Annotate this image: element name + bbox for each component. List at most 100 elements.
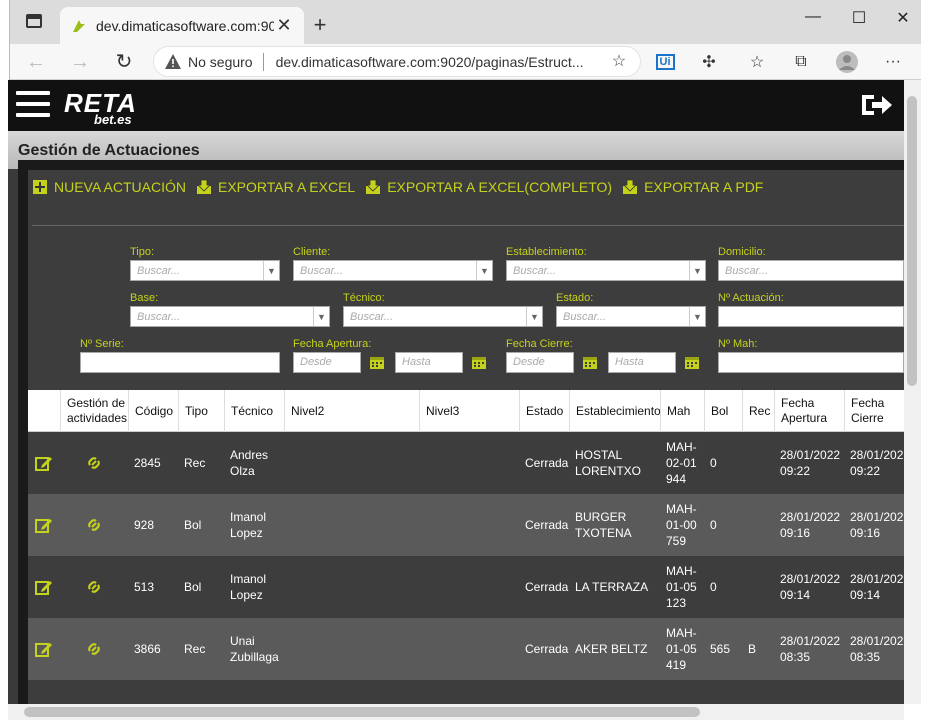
logo-sub: bet.es	[94, 112, 132, 127]
num-actuacion-input[interactable]	[718, 306, 904, 327]
reload-icon[interactable]: ↻	[112, 50, 136, 74]
action-bar: NUEVA ACTUACIÓN EXPORTAR A EXCEL EXPORTA…	[32, 176, 773, 198]
cell-tipo: Rec	[184, 456, 206, 470]
favorites-icon[interactable]: ☆	[744, 49, 770, 75]
estado-select[interactable]: Buscar... ▼	[556, 306, 706, 327]
horizontal-scrollbar[interactable]	[8, 704, 904, 720]
app-logo[interactable]: RETA bet.es	[64, 88, 137, 127]
fecha-apertura-desde[interactable]: Desde	[293, 352, 361, 373]
cell-codigo: 3866	[134, 642, 161, 656]
tipo-select[interactable]: Buscar... ▼	[130, 260, 280, 281]
col-gestion[interactable]: Gestión de actividades	[60, 390, 128, 432]
chevron-down-icon: ▼	[263, 261, 279, 280]
collections-icon[interactable]: ⧉	[788, 49, 814, 75]
cell-tecnico: Unai Zubillaga	[230, 634, 279, 664]
num-serie-input[interactable]	[80, 352, 280, 373]
num-mah-label: Nº Mah:	[718, 338, 758, 350]
domicilio-input[interactable]: Buscar...	[718, 260, 904, 281]
cell-fecha-cierre: 28/01/2022 09:16	[850, 510, 904, 540]
fecha-cierre-label: Fecha Cierre:	[506, 338, 573, 350]
col-fecha-apertura[interactable]: Fecha Apertura	[774, 390, 844, 432]
calendar-icon[interactable]	[369, 354, 385, 370]
col-nivel3[interactable]: Nivel3	[419, 390, 519, 432]
tecnico-select[interactable]: Buscar... ▼	[343, 306, 543, 327]
vertical-scrollbar[interactable]	[904, 80, 921, 704]
tecnico-placeholder: Buscar...	[350, 310, 393, 323]
chevron-down-icon: ▼	[689, 261, 705, 280]
fecha-cierre-hasta[interactable]: Hasta	[608, 352, 676, 373]
cell-mah: MAH-01-00759	[666, 502, 697, 548]
calendar-icon[interactable]	[684, 354, 700, 370]
new-actuacion-button[interactable]: NUEVA ACTUACIÓN	[32, 179, 186, 195]
edit-icon[interactable]	[35, 454, 53, 472]
edit-icon[interactable]	[35, 578, 53, 596]
logout-icon[interactable]	[860, 91, 894, 119]
link-icon[interactable]	[85, 640, 103, 658]
export-excel-button[interactable]: EXPORTAR A EXCEL	[196, 179, 355, 195]
horizontal-scroll-thumb[interactable]	[24, 707, 700, 717]
profile-avatar[interactable]	[834, 49, 860, 75]
col-establecimiento[interactable]: Establecimiento	[569, 390, 661, 432]
fecha-cierre-desde[interactable]: Desde	[506, 352, 574, 373]
col-bol[interactable]: Bol	[704, 390, 742, 432]
browser-tab[interactable]: dev.dimaticasoftware.com:9020/ ✕	[60, 7, 304, 44]
col-tecnico[interactable]: Técnico	[224, 390, 284, 432]
add-favorite-icon[interactable]: ☆	[608, 51, 630, 73]
establecimiento-select[interactable]: Buscar... ▼	[506, 260, 706, 281]
link-icon[interactable]	[85, 578, 103, 596]
forward-icon[interactable]: →	[68, 50, 92, 74]
establecimiento-label: Establecimiento:	[506, 246, 587, 258]
back-icon[interactable]: ←	[24, 50, 48, 74]
col-fecha-cierre[interactable]: Fecha Cierre	[844, 390, 904, 432]
base-select[interactable]: Buscar... ▼	[130, 306, 330, 327]
cliente-select[interactable]: Buscar... ▼	[293, 260, 493, 281]
col-nivel2[interactable]: Nivel2	[284, 390, 419, 432]
chevron-down-icon: ▼	[476, 261, 492, 280]
calendar-icon[interactable]	[471, 354, 487, 370]
download-icon	[197, 179, 211, 194]
cell-codigo: 2845	[134, 456, 161, 470]
tab-close-icon[interactable]: ✕	[274, 15, 294, 36]
close-window-icon[interactable]: ✕	[888, 8, 918, 28]
browser-tab-bar: dev.dimaticasoftware.com:9020/ ✕ + — ☐ ✕	[8, 0, 921, 44]
maximize-icon[interactable]: ☐	[844, 8, 874, 28]
num-actuacion-label: Nº Actuación:	[718, 292, 784, 304]
minimize-icon[interactable]: —	[798, 8, 828, 26]
window-menu-icon[interactable]	[26, 14, 42, 28]
download-icon	[366, 179, 381, 194]
cell-bol: 0	[710, 518, 717, 532]
url-bar[interactable]: No seguro dev.dimaticasoftware.com:9020/…	[153, 46, 641, 77]
cell-establecimiento: BURGER TXOTENA	[575, 510, 632, 540]
cell-fecha-apertura: 28/01/2022 08:35	[780, 634, 841, 664]
domicilio-placeholder: Buscar...	[725, 264, 768, 277]
fecha-apertura-hasta[interactable]: Hasta	[395, 352, 463, 373]
extensions-puzzle-icon[interactable]: ✣	[696, 49, 722, 75]
cell-fecha-cierre: 28/01/2022 09:22	[850, 448, 904, 478]
col-mah[interactable]: Mah	[660, 390, 704, 432]
desktop-behind-bottom	[0, 720, 929, 728]
col-codigo[interactable]: Código	[128, 390, 178, 432]
cell-fecha-apertura: 28/01/2022 09:14	[780, 572, 841, 602]
more-menu-icon[interactable]: ···	[880, 49, 906, 75]
new-tab-button[interactable]: +	[308, 12, 332, 38]
hamburger-menu-icon[interactable]	[16, 91, 50, 119]
table-row: 513 Bol Imanol Lopez Cerrada LA TERRAZA …	[28, 556, 904, 618]
edit-icon[interactable]	[35, 640, 53, 658]
num-mah-input[interactable]	[718, 352, 904, 373]
security-status[interactable]: No seguro	[188, 54, 253, 70]
link-icon[interactable]	[85, 454, 103, 472]
calendar-icon[interactable]	[582, 354, 598, 370]
col-tipo[interactable]: Tipo	[178, 390, 224, 432]
cell-rec: B	[748, 642, 757, 656]
col-estado[interactable]: Estado	[519, 390, 569, 432]
extension-ui-icon[interactable]: Ui	[652, 49, 678, 75]
edit-icon[interactable]	[35, 516, 53, 534]
export-pdf-button[interactable]: EXPORTAR A PDF	[622, 179, 763, 195]
address-bar-row: ← → ↻ No seguro dev.dimaticasoftware.com…	[8, 44, 921, 80]
link-icon[interactable]	[85, 516, 103, 534]
cell-tipo: Rec	[184, 642, 206, 656]
vertical-scroll-thumb[interactable]	[907, 96, 917, 386]
col-rec[interactable]: Rec	[742, 390, 774, 432]
url-text[interactable]: dev.dimaticasoftware.com:9020/paginas/Es…	[276, 54, 608, 70]
export-excel-complete-button[interactable]: EXPORTAR A EXCEL(COMPLETO)	[365, 179, 612, 195]
